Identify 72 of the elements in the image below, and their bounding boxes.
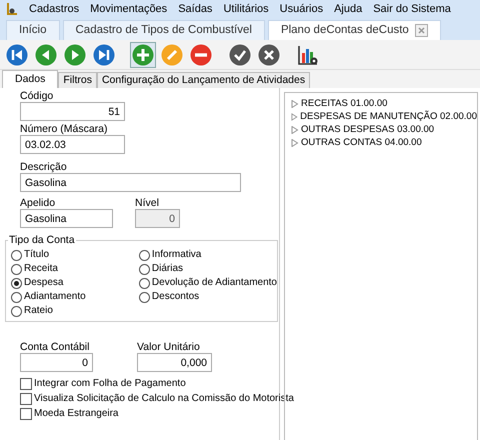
radio-button[interactable]: [11, 292, 22, 302]
add-icon[interactable]: [132, 44, 154, 66]
radio-button[interactable]: [11, 278, 22, 288]
tab-label: Início: [19, 22, 46, 38]
radio-label: Devolução de Adiantamento: [152, 277, 277, 289]
chart-settings-icon[interactable]: [297, 44, 319, 66]
radio-label: Adiantamento: [24, 291, 86, 303]
radio-button[interactable]: [138, 292, 150, 302]
menu-item[interactable]: Movimentações: [90, 0, 168, 18]
radio-button[interactable]: [11, 264, 22, 274]
input-field[interactable]: 03.02.03: [20, 135, 125, 154]
radio-button[interactable]: [138, 250, 150, 260]
field-label: Descrição: [20, 161, 68, 173]
document-tab[interactable]: Início: [6, 20, 60, 40]
form-tab[interactable]: Filtros: [58, 72, 97, 88]
menu-item[interactable]: Sair do Sistema: [373, 0, 451, 18]
checkbox[interactable]: [20, 378, 32, 390]
input-field[interactable]: 0,000: [137, 353, 212, 372]
expand-icon[interactable]: [291, 112, 298, 120]
radio-label: Descontos: [152, 291, 200, 303]
checkbox-label: Moeda Estrangeira: [34, 408, 118, 420]
field-label: Valor Unitário: [137, 341, 201, 353]
document-tab[interactable]: Plano deContas deCusto: [268, 20, 441, 40]
close-icon[interactable]: [414, 24, 428, 37]
expand-icon[interactable]: [291, 138, 299, 146]
input-field[interactable]: Gasolina: [20, 209, 113, 228]
form-tab[interactable]: Configuração do Lançamento de Atividades: [96, 72, 310, 88]
menu-item[interactable]: Saídas: [178, 0, 212, 18]
tree-item[interactable]: OUTRAS CONTAS 04.00.00: [301, 136, 422, 148]
app-logo-icon: [4, 2, 18, 16]
radio-button[interactable]: [138, 278, 150, 288]
checkbox[interactable]: [20, 392, 32, 404]
menu-item[interactable]: Cadastros: [29, 0, 80, 18]
expand-icon[interactable]: [291, 126, 299, 134]
radio-button[interactable]: [138, 264, 150, 274]
form-tab[interactable]: Dados: [2, 70, 58, 88]
input-field[interactable]: 0: [20, 353, 93, 372]
input-field[interactable]: 51: [20, 102, 125, 121]
field-label: Código: [20, 90, 54, 102]
tab-label: Plano deContas deCusto: [280, 22, 409, 38]
tree-item[interactable]: RECEITAS 01.00.00: [301, 98, 388, 110]
tree-item[interactable]: DESPESAS DE MANUTENÇÃO 02.00.00: [300, 110, 477, 122]
radio-label: Despesa: [24, 277, 64, 289]
radio-label: Diárias: [152, 263, 184, 275]
field-label: Número (Máscara): [20, 123, 109, 135]
menu-item[interactable]: Ajuda: [334, 0, 362, 18]
check-icon[interactable]: [229, 44, 251, 66]
radio-button[interactable]: [11, 306, 22, 316]
last-icon[interactable]: [93, 44, 115, 66]
expand-icon[interactable]: [291, 100, 299, 108]
input-field[interactable]: Gasolina: [20, 173, 241, 192]
tree-item[interactable]: OUTRAS DESPESAS 03.00.00: [301, 124, 434, 136]
radio-label: Rateio: [24, 305, 53, 317]
checkbox-label: Visualiza Solicitação de Calculo na Comissão do Motorista: [34, 392, 294, 404]
tab-label: Cadastro de Tipos de Combustível: [76, 22, 252, 38]
next-icon[interactable]: [64, 44, 86, 66]
field-label: Apelido: [20, 197, 56, 209]
radio-label: Informativa: [152, 249, 202, 261]
radio-label: Título: [24, 249, 50, 261]
cancel-icon[interactable]: [258, 44, 280, 66]
previous-icon[interactable]: [35, 44, 57, 66]
radio-label: Receita: [24, 263, 58, 275]
remove-icon[interactable]: [190, 44, 212, 66]
checkbox-label: Integrar com Folha de Pagamento: [34, 378, 186, 390]
document-tab[interactable]: Cadastro de Tipos de Combustível: [62, 20, 265, 40]
first-icon[interactable]: [6, 44, 28, 66]
field-label: Nível: [135, 197, 160, 209]
menu-item[interactable]: Utilitários: [223, 0, 269, 18]
field-label: Conta Contábil: [20, 341, 90, 353]
radio-button[interactable]: [11, 250, 22, 260]
menu-item[interactable]: Usuários: [280, 0, 324, 18]
checkbox[interactable]: [20, 408, 32, 420]
